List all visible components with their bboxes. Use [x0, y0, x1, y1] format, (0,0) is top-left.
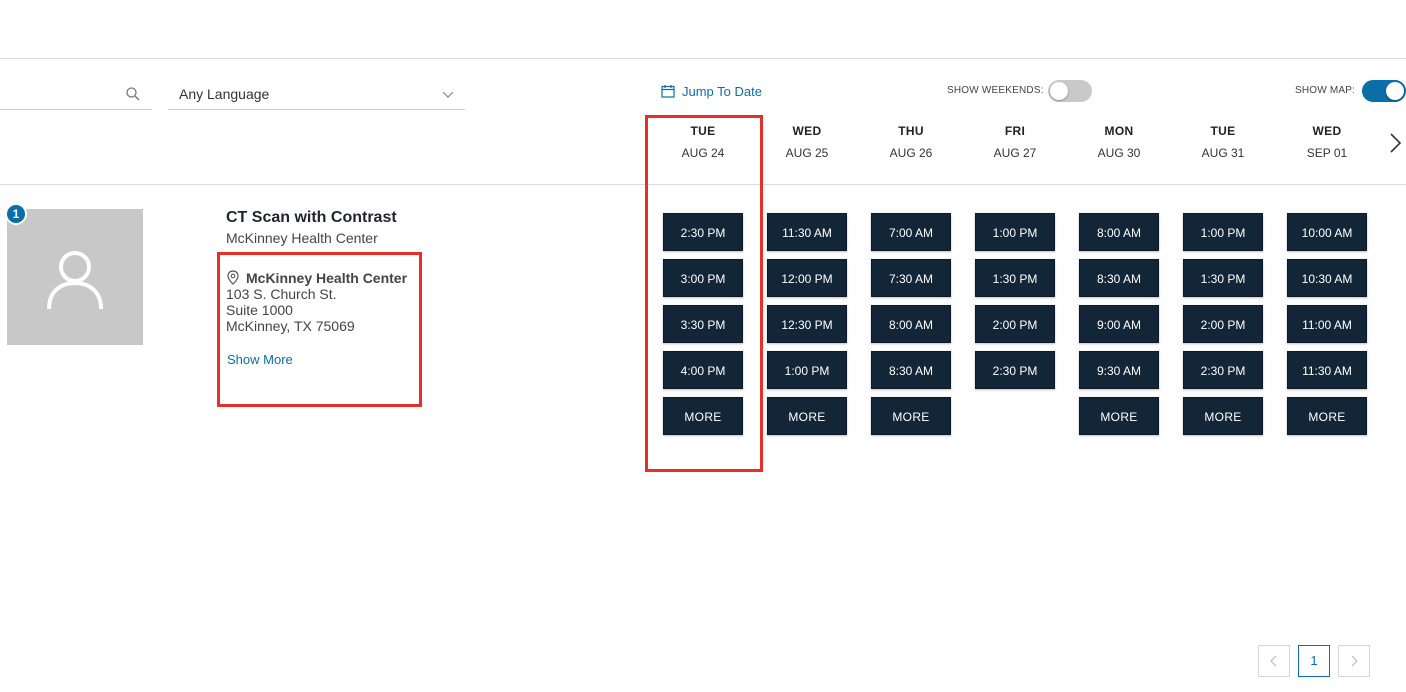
time-slot-button[interactable]: 11:30 AM: [767, 213, 847, 251]
day-of-week: TUE: [1210, 124, 1236, 138]
time-slot-button[interactable]: 8:00 AM: [1079, 213, 1159, 251]
day-header: WED AUG 25: [767, 124, 847, 160]
search-input[interactable]: [0, 84, 120, 106]
day-of-week: WED: [792, 124, 822, 138]
time-slot-button[interactable]: 1:30 PM: [1183, 259, 1263, 297]
chevron-left-icon: [1270, 655, 1277, 667]
search-icon[interactable]: [125, 86, 141, 102]
time-slot-button[interactable]: 2:30 PM: [1183, 351, 1263, 389]
time-slot-button[interactable]: 9:00 AM: [1079, 305, 1159, 343]
language-select[interactable]: Any Language: [168, 80, 465, 110]
time-slot-button[interactable]: 8:00 AM: [871, 305, 951, 343]
rank-badge: 1: [5, 203, 27, 225]
time-slot-button[interactable]: 1:00 PM: [975, 213, 1055, 251]
show-weekends-label: SHOW WEEKENDS:: [947, 85, 1044, 96]
time-slot-button[interactable]: 8:30 AM: [1079, 259, 1159, 297]
time-slot-button[interactable]: 2:00 PM: [975, 305, 1055, 343]
facility-name: McKinney Health Center: [226, 230, 378, 246]
day-date: AUG 25: [785, 146, 829, 160]
show-map-label: SHOW MAP:: [1295, 85, 1356, 96]
calendar-icon: [661, 85, 675, 98]
provider-avatar: [7, 209, 143, 345]
more-slots-button[interactable]: MORE: [1183, 397, 1263, 435]
jump-to-date-label: Jump To Date: [682, 83, 762, 99]
time-slot-button[interactable]: 12:00 PM: [767, 259, 847, 297]
top-divider: [0, 58, 1406, 59]
toggle-knob: [1050, 82, 1068, 100]
day-date: AUG 30: [1097, 146, 1141, 160]
language-select-value: Any Language: [179, 86, 270, 102]
day-of-week: WED: [1312, 124, 1342, 138]
time-slot-button[interactable]: 9:30 AM: [1079, 351, 1159, 389]
day-of-week: MON: [1104, 124, 1134, 138]
chevron-down-icon: [442, 91, 454, 98]
next-page-button[interactable]: [1338, 645, 1370, 677]
jump-to-date-button[interactable]: Jump To Date: [661, 82, 762, 100]
day-header: TUE AUG 31: [1183, 124, 1263, 160]
prev-page-button[interactable]: [1258, 645, 1290, 677]
more-slots-button[interactable]: MORE: [1287, 397, 1367, 435]
time-slot-button[interactable]: 1:00 PM: [767, 351, 847, 389]
time-slot-button[interactable]: 7:30 AM: [871, 259, 951, 297]
show-map-toggle[interactable]: [1362, 80, 1406, 102]
more-slots-button[interactable]: MORE: [767, 397, 847, 435]
time-slot-button[interactable]: 1:00 PM: [1183, 213, 1263, 251]
time-slot-button[interactable]: 2:00 PM: [1183, 305, 1263, 343]
day-date: AUG 31: [1201, 146, 1245, 160]
time-slot-button[interactable]: 11:30 AM: [1287, 351, 1367, 389]
day-of-week: FRI: [1004, 124, 1026, 138]
time-slot-button[interactable]: 7:00 AM: [871, 213, 951, 251]
time-slot-button[interactable]: 11:00 AM: [1287, 305, 1367, 343]
day-date: AUG 26: [889, 146, 933, 160]
search-field[interactable]: [0, 80, 152, 110]
day-of-week: THU: [898, 124, 924, 138]
next-days-arrow-icon[interactable]: [1388, 132, 1402, 154]
time-slot-button[interactable]: 1:30 PM: [975, 259, 1055, 297]
day-header: MON AUG 30: [1079, 124, 1159, 160]
toggle-knob: [1386, 82, 1404, 100]
time-slot-button[interactable]: 10:30 AM: [1287, 259, 1367, 297]
time-slot-button[interactable]: 12:30 PM: [767, 305, 847, 343]
page-1-button[interactable]: 1: [1298, 645, 1330, 677]
time-slot-button[interactable]: 10:00 AM: [1287, 213, 1367, 251]
more-slots-button[interactable]: MORE: [1079, 397, 1159, 435]
chevron-right-icon: [1351, 655, 1358, 667]
user-icon: [47, 251, 103, 310]
time-slot-button[interactable]: 2:30 PM: [975, 351, 1055, 389]
day-date: AUG 27: [993, 146, 1037, 160]
day-highlight-box: [645, 115, 763, 472]
service-title: CT Scan with Contrast: [226, 209, 397, 226]
day-header: THU AUG 26: [871, 124, 951, 160]
more-slots-button[interactable]: MORE: [871, 397, 951, 435]
show-weekends-toggle[interactable]: [1048, 80, 1092, 102]
location-highlight-box: [217, 252, 422, 407]
day-header: FRI AUG 27: [975, 124, 1055, 160]
time-slot-button[interactable]: 8:30 AM: [871, 351, 951, 389]
day-header: WED SEP 01: [1287, 124, 1367, 160]
day-date: SEP 01: [1306, 146, 1348, 160]
